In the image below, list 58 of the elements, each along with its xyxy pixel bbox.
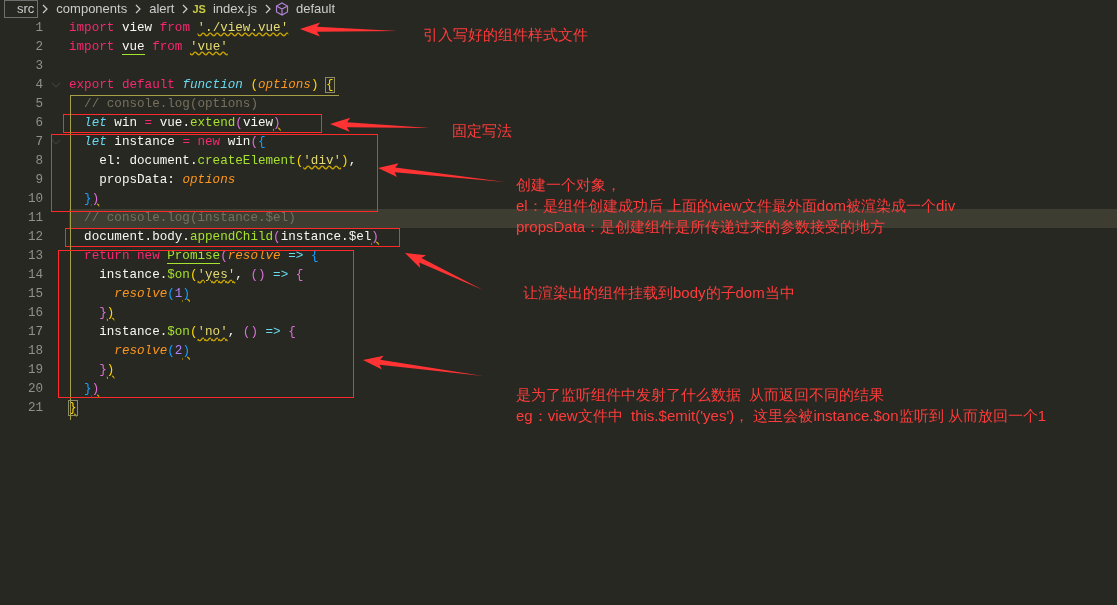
line-number: 9 bbox=[34, 171, 43, 189]
annotation-text: eg：view文件中 this.$emit('yes')， 这里会被instance.$on监听到 从而放回一个1 bbox=[516, 406, 1047, 426]
breadcrumb-item[interactable]: alert bbox=[145, 0, 179, 18]
code-line: }) bbox=[83, 382, 100, 398]
annotation-text: 引入写好的组件样式文件 bbox=[423, 25, 588, 45]
line-number: 13 bbox=[26, 248, 43, 266]
js-file-icon: JS bbox=[192, 3, 206, 15]
breadcrumb-item[interactable]: index.js bbox=[208, 0, 261, 18]
chevron-icon bbox=[41, 4, 50, 14]
line-number: 1 bbox=[34, 19, 43, 37]
line-number: 18 bbox=[26, 343, 43, 361]
chevron-icon bbox=[134, 4, 143, 14]
line-number: 3 bbox=[34, 57, 43, 75]
code-line: }) bbox=[83, 191, 100, 207]
code-line: import view from './view.vue' bbox=[69, 20, 289, 36]
code-line: export default function (options) { bbox=[69, 77, 334, 93]
cube-icon bbox=[275, 2, 289, 16]
line-number: 12 bbox=[26, 229, 43, 247]
fold-chevron-icon[interactable] bbox=[51, 138, 61, 147]
annotation-text: 创建一个对象， bbox=[516, 175, 622, 195]
chevron-icon bbox=[264, 4, 272, 14]
line-number: 10 bbox=[26, 190, 43, 208]
code-line: let win = vue.extend(view) bbox=[83, 115, 281, 131]
annotation-text: 是为了监听组件中发射了什么数据 从而返回不同的结果 bbox=[516, 385, 886, 405]
line-number: 20 bbox=[26, 381, 43, 399]
line-number: 15 bbox=[26, 286, 43, 304]
line-number: 21 bbox=[26, 400, 43, 418]
code-line: }) bbox=[98, 306, 115, 322]
code-line: el: document.createElement('div'), bbox=[98, 153, 357, 169]
breadcrumb-item[interactable]: src bbox=[4, 0, 39, 18]
line-number: 8 bbox=[34, 152, 43, 170]
line-number: 2 bbox=[34, 38, 43, 56]
line-number: 6 bbox=[34, 114, 43, 132]
breadcrumb-item[interactable]: default bbox=[292, 0, 340, 18]
code-line: // console.log(options) bbox=[83, 96, 258, 112]
code-line: instance.$on('no', () => { bbox=[98, 325, 296, 341]
code-line: }) bbox=[98, 363, 115, 379]
code-line: resolve(1) bbox=[113, 287, 190, 303]
annotation-text: propsData：是创建组件是所传递过来的参数接受的地方 bbox=[516, 217, 887, 237]
line-number: 19 bbox=[26, 362, 43, 380]
line-number: 14 bbox=[26, 267, 43, 285]
code-line: import vue from 'vue' bbox=[69, 39, 228, 55]
code-line: instance.$on('yes', () => { bbox=[98, 268, 304, 284]
annotation-text: el：是组件创建成功后 上面的view文件最外面dom被渲染成一个div bbox=[516, 196, 956, 216]
line-number: 5 bbox=[34, 95, 43, 113]
line-number: 7 bbox=[34, 133, 43, 151]
code-line: propsData: options bbox=[98, 172, 236, 188]
code-line: let instance = new win({ bbox=[83, 134, 266, 150]
line-number: 16 bbox=[26, 305, 43, 323]
code-line: resolve(2) bbox=[113, 344, 190, 360]
annotation-text: 固定写法 bbox=[452, 121, 512, 141]
line-number: 11 bbox=[26, 210, 43, 227]
annotation-text: 让渲染出的组件挂载到body的子dom当中 bbox=[523, 283, 795, 303]
code-line: document.body.appendChild(instance.$el) bbox=[83, 230, 379, 246]
chevron-icon bbox=[181, 4, 190, 14]
line-number: 17 bbox=[26, 324, 43, 342]
line-number: 4 bbox=[34, 76, 43, 94]
breadcrumb-item[interactable]: components bbox=[52, 0, 132, 18]
